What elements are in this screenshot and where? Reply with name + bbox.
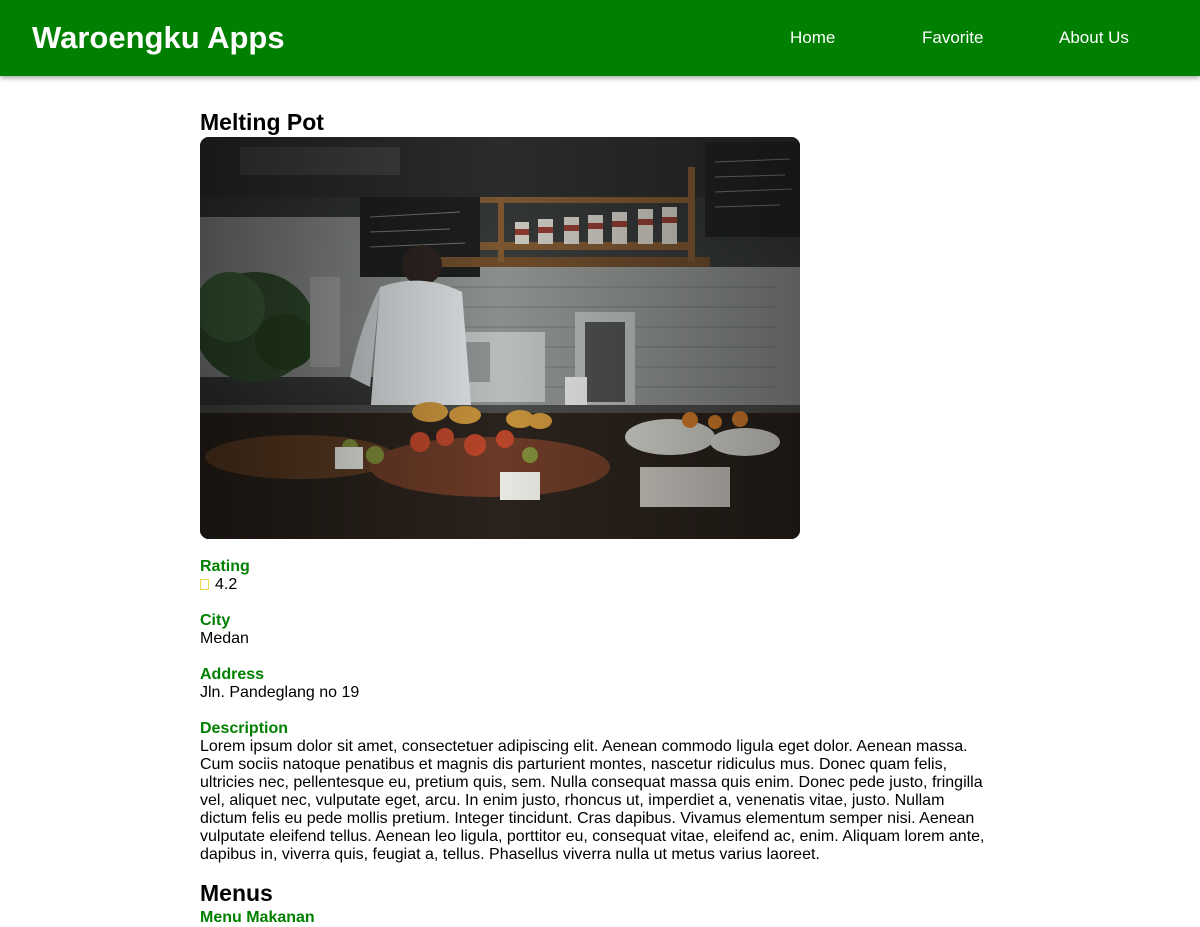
rating-section: Rating 4.2 xyxy=(200,558,990,594)
menus-title: Menus xyxy=(200,880,273,906)
restaurant-photo xyxy=(200,137,800,539)
city-value: Medan xyxy=(200,630,249,647)
cafe-kitchen-counter-photo xyxy=(200,137,800,539)
address-value: Jln. Pandeglang no 19 xyxy=(200,684,360,701)
nav-favorite-link[interactable]: Favorite xyxy=(922,28,983,48)
restaurant-detail: Melting Pot Rating 4.2 City Medan Addres… xyxy=(200,108,990,927)
city-section: City Medan xyxy=(200,612,990,648)
rating-label: Rating xyxy=(200,558,250,575)
address-label: Address xyxy=(200,666,265,683)
app-header: Waroengku Apps Home Favorite About Us xyxy=(0,0,1200,76)
rating-value: 4.2 xyxy=(215,576,238,593)
rating-value-row: 4.2 xyxy=(200,576,990,594)
app-brand[interactable]: Waroengku Apps xyxy=(32,19,285,57)
nav-home-link[interactable]: Home xyxy=(790,28,835,48)
description-label: Description xyxy=(200,720,289,737)
description-text: Lorem ipsum dolor sit amet, consectetuer… xyxy=(200,738,985,863)
description-section: Description Lorem ipsum dolor sit amet, … xyxy=(200,720,990,864)
city-label: City xyxy=(200,612,231,629)
nav-about-us-link[interactable]: About Us xyxy=(1059,28,1129,48)
restaurant-name: Melting Pot xyxy=(200,109,324,135)
menus-subtitle: Menu Makanan xyxy=(200,909,315,926)
address-section: Address Jln. Pandeglang no 19 xyxy=(200,666,990,702)
star-icon xyxy=(200,579,209,590)
